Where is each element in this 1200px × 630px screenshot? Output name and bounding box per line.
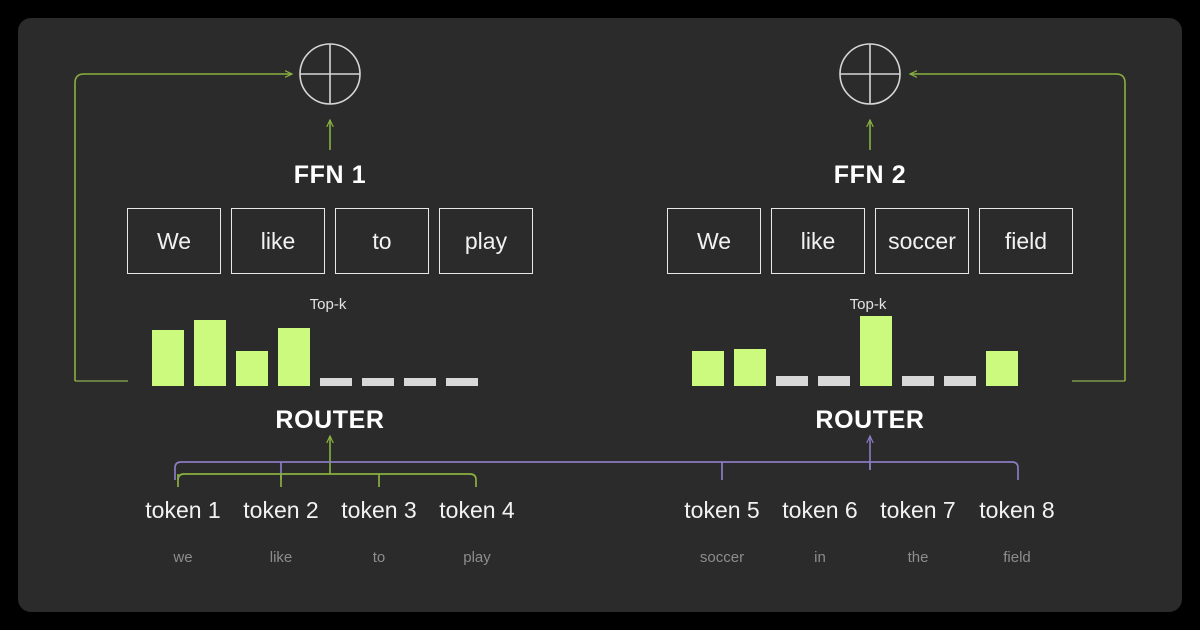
router-bar-selected xyxy=(236,351,268,386)
router-bar-inactive xyxy=(776,376,808,386)
expert-word-box[interactable]: like xyxy=(771,208,865,274)
router-bar-selected xyxy=(734,349,766,386)
router-bar-chart-right xyxy=(692,306,1018,386)
router-label-right: ROUTER xyxy=(815,406,925,434)
router-bar-selected xyxy=(692,351,724,386)
router-bar-selected xyxy=(986,351,1018,386)
expert-word-box[interactable]: soccer xyxy=(875,208,969,274)
expert-word-box[interactable]: field xyxy=(979,208,1073,274)
router-bar-inactive xyxy=(404,378,436,386)
token-source-word: we xyxy=(173,549,193,566)
token-source-word: field xyxy=(1003,549,1031,566)
token-label[interactable]: token 7 xyxy=(880,497,955,524)
router-bar-selected xyxy=(860,316,892,386)
token-label[interactable]: token 1 xyxy=(145,497,220,524)
expert-word-row-right: We like soccer field xyxy=(667,208,1073,274)
diagram-canvas: FFN 1 We like to play Top-k ROUTER FFN 2… xyxy=(0,0,1200,630)
expert-word-box[interactable]: We xyxy=(667,208,761,274)
token-source-word: play xyxy=(463,549,491,566)
router-bar-selected xyxy=(194,320,226,386)
router-bar-inactive xyxy=(902,376,934,386)
token-label[interactable]: token 2 xyxy=(243,497,318,524)
router-label-left: ROUTER xyxy=(275,406,385,434)
expert-word-box[interactable]: to xyxy=(335,208,429,274)
token-source-word: soccer xyxy=(699,549,745,566)
token-source-word: in xyxy=(814,549,826,566)
token-label[interactable]: token 4 xyxy=(439,497,514,524)
token-source-word: like xyxy=(269,549,293,566)
router-bar-chart-left xyxy=(152,306,478,386)
token-label[interactable]: token 3 xyxy=(341,497,416,524)
router-bar-inactive xyxy=(944,376,976,386)
router-bar-selected xyxy=(278,328,310,386)
expert-word-row-left: We like to play xyxy=(127,208,533,274)
router-bar-selected xyxy=(152,330,184,386)
token-label[interactable]: token 5 xyxy=(684,497,759,524)
expert-word-box[interactable]: play xyxy=(439,208,533,274)
router-bar-inactive xyxy=(818,376,850,386)
token-source-word: the xyxy=(907,549,929,566)
expert-word-box[interactable]: like xyxy=(231,208,325,274)
ffn-label-right: FFN 2 xyxy=(833,161,907,189)
token-label[interactable]: token 8 xyxy=(979,497,1054,524)
token-label[interactable]: token 6 xyxy=(782,497,857,524)
token-source-word: to xyxy=(372,549,386,566)
expert-word-box[interactable]: We xyxy=(127,208,221,274)
router-bar-inactive xyxy=(362,378,394,386)
router-bar-inactive xyxy=(320,378,352,386)
ffn-label-left: FFN 1 xyxy=(293,161,367,189)
router-bar-inactive xyxy=(446,378,478,386)
